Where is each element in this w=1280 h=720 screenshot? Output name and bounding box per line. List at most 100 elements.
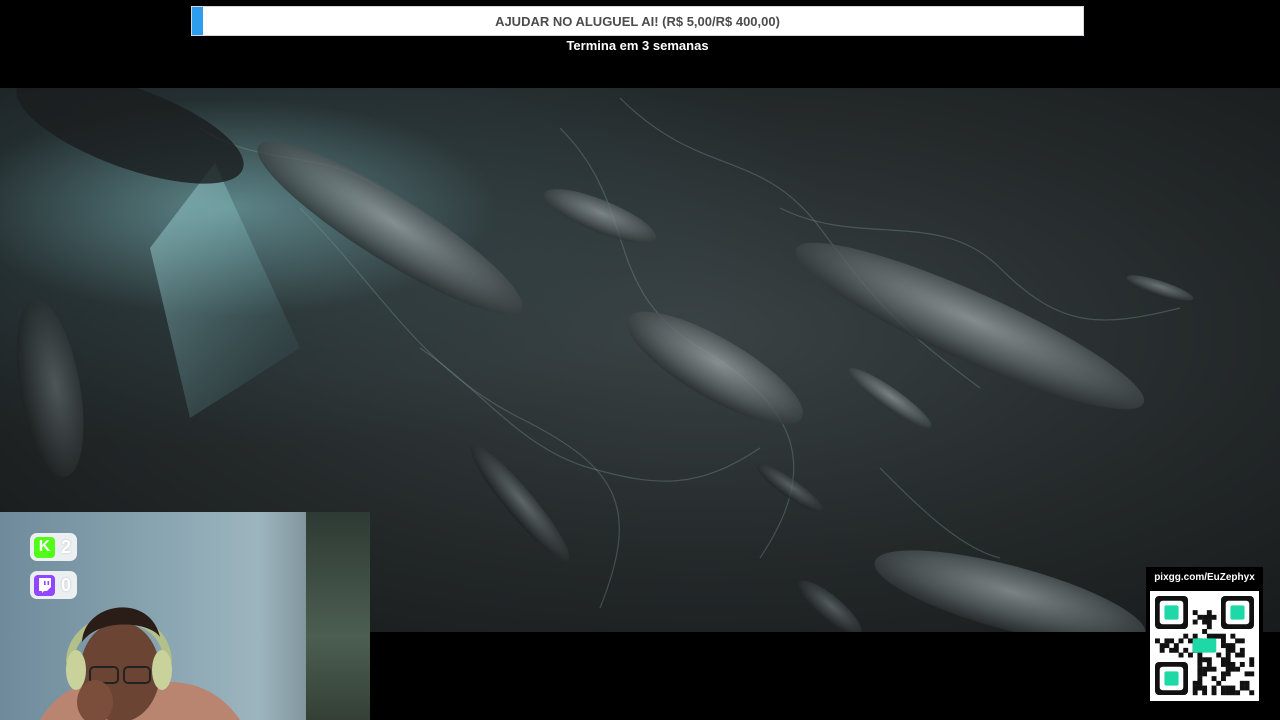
- qr-module: [1225, 662, 1231, 667]
- qr-module: [1192, 680, 1198, 686]
- qr-module: [1206, 614, 1212, 620]
- qr-module: [1206, 666, 1212, 672]
- qr-module: [1155, 638, 1160, 644]
- qr-module: [1249, 662, 1255, 667]
- twitch-icon: [34, 574, 55, 596]
- qr-module: [1202, 690, 1208, 696]
- donation-qr-code[interactable]: [1150, 591, 1259, 701]
- qr-module: [1230, 666, 1236, 672]
- qr-module: [1221, 662, 1226, 667]
- qr-module: [1202, 619, 1208, 625]
- pix-donation-panel[interactable]: pixgg.com/EuZephyx: [1146, 567, 1263, 705]
- qr-code-icon: [1155, 596, 1255, 696]
- qr-module: [1197, 657, 1203, 663]
- webcam-feed: K 2 0: [0, 512, 370, 720]
- qr-module: [1225, 643, 1231, 649]
- qr-module: [1239, 647, 1245, 653]
- qr-module: [1169, 647, 1175, 653]
- qr-module: [1221, 657, 1226, 663]
- qr-module: [1164, 638, 1170, 644]
- twitch-viewer-badge: 0: [30, 571, 77, 599]
- qr-module: [1178, 652, 1184, 658]
- qr-module: [1235, 666, 1241, 672]
- qr-module: [1206, 657, 1212, 663]
- qr-module: [1235, 690, 1241, 696]
- qr-module: [1230, 633, 1236, 639]
- qr-module: [1202, 685, 1208, 691]
- qr-module: [1202, 657, 1208, 663]
- qr-module: [1169, 638, 1175, 644]
- qr-module: [1197, 652, 1203, 658]
- qr-module: [1206, 633, 1212, 639]
- qr-module: [1239, 662, 1245, 667]
- qr-module: [1206, 662, 1212, 667]
- qr-module: [1192, 638, 1217, 653]
- kick-viewer-count: 2: [61, 536, 72, 557]
- qr-module: [1221, 676, 1226, 682]
- qr-module: [1211, 633, 1217, 639]
- qr-module: [1239, 652, 1245, 658]
- qr-module: [1192, 610, 1198, 616]
- qr-module: [1164, 671, 1179, 686]
- qr-module: [1197, 662, 1203, 667]
- qr-module: [1225, 690, 1231, 696]
- kick-viewer-badge: K 2: [30, 533, 77, 561]
- qr-module: [1225, 685, 1231, 691]
- qr-module: [1249, 690, 1255, 696]
- qr-module: [1197, 676, 1203, 682]
- qr-module: [1221, 671, 1226, 677]
- qr-module: [1202, 614, 1208, 620]
- qr-module: [1216, 633, 1222, 639]
- qr-module: [1192, 690, 1198, 696]
- qr-module: [1221, 643, 1226, 649]
- qr-module: [1230, 643, 1236, 649]
- qr-module: [1244, 671, 1250, 677]
- qr-module: [1206, 619, 1212, 625]
- qr-module: [1159, 643, 1165, 649]
- twitch-glyph: [38, 577, 51, 593]
- qr-module: [1206, 624, 1212, 630]
- qr-module: [1211, 690, 1217, 696]
- qr-module: [1230, 662, 1236, 667]
- qr-module: [1216, 652, 1222, 658]
- qr-module: [1211, 685, 1217, 691]
- qr-module: [1249, 671, 1255, 677]
- qr-module: [1230, 685, 1236, 691]
- qr-module: [1221, 633, 1226, 639]
- light-beam: [150, 163, 300, 418]
- qr-module: [1164, 643, 1170, 649]
- qr-module: [1230, 647, 1236, 653]
- qr-module: [1188, 638, 1193, 644]
- qr-module: [1225, 666, 1231, 672]
- qr-module: [1235, 638, 1241, 644]
- qr-module: [1225, 647, 1231, 653]
- qr-module: [1192, 619, 1198, 625]
- qr-module: [1183, 633, 1189, 639]
- qr-module: [1230, 605, 1245, 620]
- qr-module: [1249, 657, 1255, 663]
- qr-module: [1244, 680, 1250, 686]
- qr-module: [1197, 671, 1203, 677]
- qr-module: [1197, 685, 1203, 691]
- qr-module: [1173, 643, 1179, 649]
- qr-module: [1202, 671, 1208, 677]
- goal-title: AJUDAR NO ALUGUEL AI! (R$ 5,00/R$ 400,00…: [495, 13, 780, 29]
- qr-module: [1230, 690, 1236, 696]
- kick-icon: K: [34, 536, 55, 558]
- qr-module: [1206, 610, 1212, 616]
- qr-module: [1216, 680, 1222, 686]
- qr-module: [1173, 647, 1179, 653]
- qr-module: [1225, 671, 1231, 677]
- qr-module: [1221, 685, 1226, 691]
- qr-module: [1244, 685, 1250, 691]
- qr-module: [1159, 647, 1165, 653]
- qr-module: [1225, 657, 1231, 663]
- qr-module: [1164, 605, 1179, 620]
- qr-module: [1221, 638, 1226, 644]
- qr-module: [1202, 629, 1208, 634]
- stream-overlay: AJUDAR NO ALUGUEL AI! (R$ 5,00/R$ 400,00…: [0, 0, 1280, 720]
- qr-module: [1192, 685, 1198, 691]
- qr-module: [1197, 614, 1203, 620]
- donation-url[interactable]: pixgg.com/EuZephyx: [1146, 572, 1263, 583]
- qr-module: [1202, 666, 1208, 672]
